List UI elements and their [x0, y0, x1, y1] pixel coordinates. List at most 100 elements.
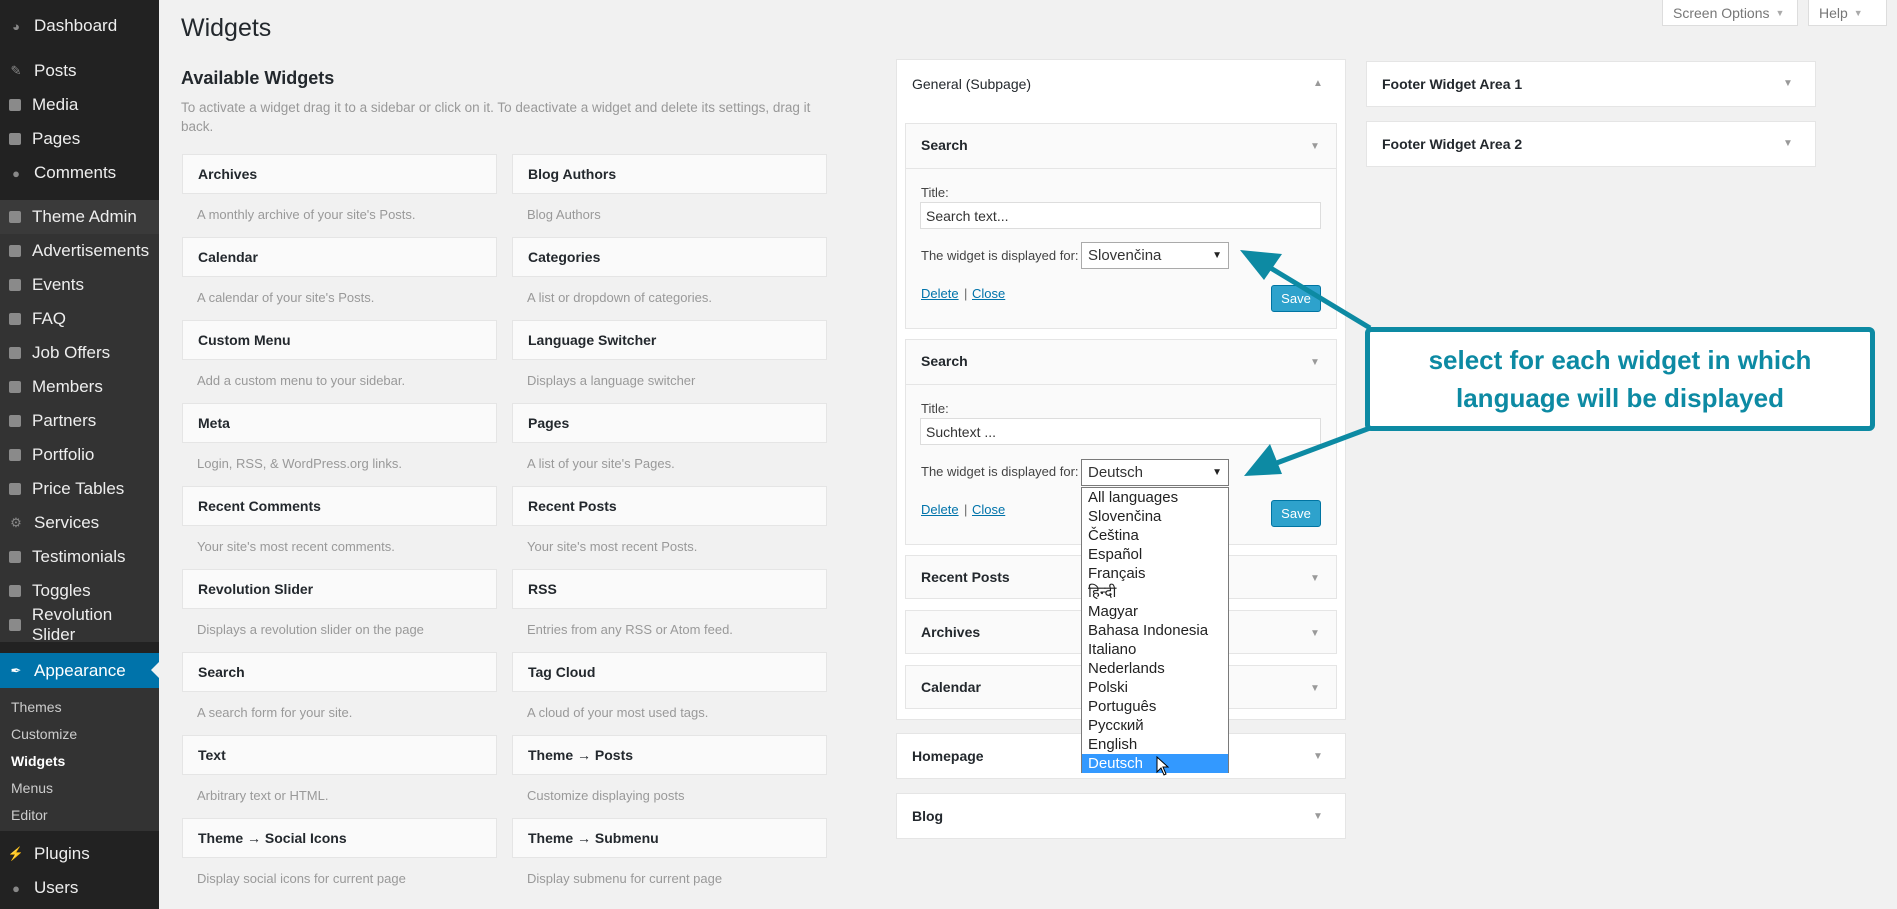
delete-link[interactable]: Delete	[921, 286, 959, 301]
sidebar-area-footer-2-title: Footer Widget Area 2	[1382, 136, 1523, 152]
delete-link[interactable]: Delete	[921, 502, 959, 517]
chevron-down-icon[interactable]: ▼	[1310, 628, 1320, 639]
menu-job-offers-label: Job Offers	[32, 343, 111, 362]
submenu-menus[interactable]: Menus	[11, 780, 53, 796]
language-option[interactable]: Русский	[1082, 716, 1228, 735]
menu-media-label: Media	[32, 95, 79, 114]
widget-theme-social-icons[interactable]: Theme → Social Icons	[182, 818, 497, 858]
chevron-down-icon[interactable]: ▼	[1310, 573, 1320, 584]
menu-members-label: Members	[32, 377, 103, 396]
widget-tag-cloud[interactable]: Tag Cloud	[512, 652, 827, 692]
widget-search[interactable]: Search	[182, 652, 497, 692]
chevron-down-icon[interactable]: ▼	[1313, 751, 1323, 762]
widget-calendar[interactable]: Calendar	[182, 237, 497, 277]
arrow-head-2	[1244, 444, 1282, 476]
language-option[interactable]: हिन्दी	[1082, 583, 1228, 602]
widget-name: Blog Authors	[528, 166, 617, 182]
language-option[interactable]: Slovenčina	[1082, 507, 1228, 526]
save-button[interactable]: Save	[1271, 500, 1321, 527]
title-input[interactable]: Search text...	[920, 202, 1321, 229]
link-separator: |	[964, 502, 968, 517]
menu-testimonials[interactable]: Testimonials	[0, 540, 159, 574]
widget-recent-posts[interactable]: Recent Posts	[512, 486, 827, 526]
language-option[interactable]: Polski	[1082, 678, 1228, 697]
language-option[interactable]: Português	[1082, 697, 1228, 716]
portfolio-icon	[9, 449, 21, 461]
widget-rss[interactable]: RSS	[512, 569, 827, 609]
widget-pages[interactable]: Pages	[512, 403, 827, 443]
close-link[interactable]: Close	[972, 286, 1005, 301]
widget-blog-authors[interactable]: Blog Authors	[512, 154, 827, 194]
language-option[interactable]: English	[1082, 735, 1228, 754]
sidebar-area-general-title[interactable]: General (Subpage)	[912, 76, 1031, 92]
language-option[interactable]: Français	[1082, 564, 1228, 583]
screen-options-tab[interactable]: Screen Options ▼	[1662, 0, 1798, 26]
sidebar-area-blog[interactable]	[896, 793, 1346, 839]
chevron-down-icon[interactable]: ▼	[1313, 811, 1323, 822]
widget-recent-comments[interactable]: Recent Comments	[182, 486, 497, 526]
chevron-down-icon[interactable]: ▼	[1783, 138, 1793, 149]
language-select-2[interactable]: Deutsch ▼	[1081, 459, 1229, 486]
menu-revolution-slider[interactable]: Revolution Slider	[0, 605, 159, 644]
submenu-themes[interactable]: Themes	[11, 699, 62, 715]
menu-faq[interactable]: FAQ	[0, 302, 159, 336]
widget-theme-submenu[interactable]: Theme → Submenu	[512, 818, 827, 858]
chevron-down-icon[interactable]: ▼	[1310, 141, 1320, 152]
widget-categories[interactable]: Categories	[512, 237, 827, 277]
menu-dashboard-label: Dashboard	[34, 16, 118, 35]
menu-job-offers[interactable]: Job Offers	[0, 336, 159, 370]
menu-pages[interactable]: Pages	[0, 122, 159, 156]
menu-comments[interactable]: ● Comments	[0, 156, 159, 190]
language-option[interactable]: All languages	[1082, 488, 1228, 507]
language-option[interactable]: Nederlands	[1082, 659, 1228, 678]
search-widget-1-header[interactable]	[906, 124, 1336, 169]
chevron-down-icon: ▼	[1853, 7, 1863, 18]
menu-dashboard[interactable]: ◕ Dashboard	[0, 9, 159, 43]
menu-portfolio[interactable]: Portfolio	[0, 438, 159, 472]
widget-text[interactable]: Text	[182, 735, 497, 775]
widget-archives[interactable]: Archives	[182, 154, 497, 194]
language-option[interactable]: Italiano	[1082, 640, 1228, 659]
menu-toggles[interactable]: Toggles	[0, 574, 159, 608]
submenu-customize[interactable]: Customize	[11, 726, 77, 742]
close-link[interactable]: Close	[972, 502, 1005, 517]
widget-language-switcher[interactable]: Language Switcher	[512, 320, 827, 360]
widget-revolution-slider[interactable]: Revolution Slider	[182, 569, 497, 609]
comments-icon: ●	[12, 165, 20, 181]
language-option[interactable]: Bahasa Indonesia	[1082, 621, 1228, 640]
revolution-slider-icon	[9, 619, 21, 631]
language-select-1[interactable]: Slovenčina ▼	[1081, 242, 1229, 269]
language-option-selected[interactable]: Deutsch	[1082, 754, 1228, 773]
menu-price-tables-label: Price Tables	[32, 479, 125, 498]
menu-appearance[interactable]: ✒ Appearance	[0, 653, 159, 689]
chevron-down-icon[interactable]: ▼	[1310, 683, 1320, 694]
menu-services[interactable]: ⚙ Services	[0, 506, 159, 540]
language-option[interactable]: Magyar	[1082, 602, 1228, 621]
chevron-down-icon: ▼	[1775, 7, 1785, 18]
language-option[interactable]: Español	[1082, 545, 1228, 564]
menu-theme-admin[interactable]: Theme Admin	[0, 200, 159, 234]
widget-theme-posts[interactable]: Theme → Posts	[512, 735, 827, 775]
menu-events[interactable]: Events	[0, 268, 159, 302]
dashboard-icon: ◕	[12, 18, 20, 34]
menu-advertisements[interactable]: Advertisements	[0, 234, 159, 268]
submenu-editor[interactable]: Editor	[11, 807, 48, 823]
submenu-widgets[interactable]: Widgets	[11, 753, 65, 769]
widget-name: Recent Comments	[198, 498, 321, 514]
chevron-down-icon: ▼	[1212, 250, 1222, 261]
menu-price-tables[interactable]: Price Tables	[0, 472, 159, 506]
menu-plugins[interactable]: ⚡ Plugins	[0, 837, 159, 871]
menu-posts[interactable]: ✎ Posts	[0, 54, 159, 88]
menu-users[interactable]: ● Users	[0, 871, 159, 905]
help-tab[interactable]: Help ▼	[1808, 0, 1887, 26]
menu-advertisements-label: Advertisements	[32, 241, 150, 260]
language-option[interactable]: Čeština	[1082, 526, 1228, 545]
widget-custom-menu[interactable]: Custom Menu	[182, 320, 497, 360]
menu-media[interactable]: Media	[0, 88, 159, 122]
menu-partners[interactable]: Partners	[0, 404, 159, 438]
widget-description: Entries from any RSS or Atom feed.	[527, 622, 733, 637]
chevron-up-icon[interactable]: ▲	[1313, 78, 1323, 89]
widget-meta[interactable]: Meta	[182, 403, 497, 443]
chevron-down-icon[interactable]: ▼	[1783, 78, 1793, 89]
menu-members[interactable]: Members	[0, 370, 159, 404]
